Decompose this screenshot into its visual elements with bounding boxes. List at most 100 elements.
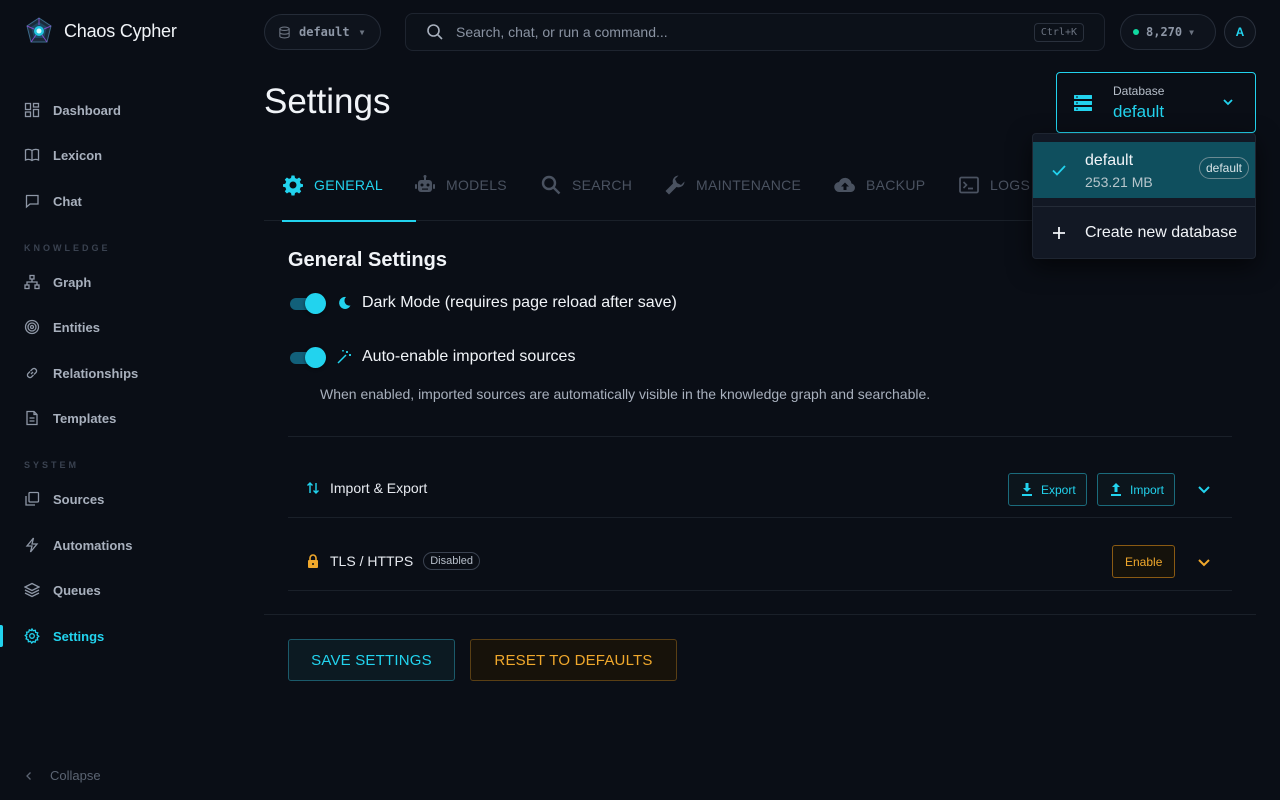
tab-label: SEARCH <box>572 176 633 193</box>
robot-icon <box>415 174 435 192</box>
database-select[interactable]: Database default <box>1056 72 1256 133</box>
sidebar-item-relationships[interactable]: Relationships <box>0 355 240 391</box>
layers-icon <box>24 582 40 598</box>
sidebar-item-queues[interactable]: Queues <box>0 572 240 608</box>
sidebar-item-sources[interactable]: Sources <box>0 481 240 517</box>
credits-pill[interactable]: 8,270 ▼ <box>1120 14 1216 50</box>
sidebar-item-label: Relationships <box>53 365 139 381</box>
chevron-down-icon[interactable] <box>1196 481 1212 497</box>
swap-vertical-icon <box>307 482 319 494</box>
gear-icon <box>24 628 40 644</box>
divider <box>288 590 1232 591</box>
chevron-down-icon[interactable] <box>1196 554 1212 570</box>
sidebar-item-graph[interactable]: Graph <box>0 264 240 300</box>
create-database-button[interactable]: Create new database <box>1033 214 1255 252</box>
lock-icon <box>308 554 318 568</box>
caret-down-icon: ▼ <box>1189 27 1194 37</box>
import-export-label: Import & Export <box>330 480 428 496</box>
search-input[interactable] <box>456 24 1016 40</box>
download-icon <box>1022 483 1032 496</box>
search-icon <box>427 24 443 40</box>
database-menu: default 253.21 MB default Create new dat… <box>1032 133 1256 259</box>
tab-label: BACKUP <box>866 176 926 193</box>
storage-icon <box>1074 94 1092 111</box>
auto-enable-label: Auto-enable imported sources <box>362 348 576 365</box>
command-search[interactable]: Ctrl+K <box>405 13 1105 51</box>
brand[interactable]: Chaos Cypher <box>24 16 177 46</box>
tab-label: MODELS <box>446 176 507 193</box>
sidebar-item-label: Settings <box>53 628 105 644</box>
menu-item-default-database[interactable]: default 253.21 MB default <box>1033 142 1255 198</box>
divider <box>288 436 1232 437</box>
auto-enable-row: Auto-enable imported sources <box>288 346 575 368</box>
collapse-button[interactable]: Collapse <box>24 768 101 783</box>
auto-enable-toggle[interactable] <box>288 346 326 368</box>
sources-icon <box>25 491 40 506</box>
database-pill[interactable]: default ▼ <box>264 14 381 50</box>
search-icon <box>541 175 561 194</box>
plus-icon <box>1053 227 1065 239</box>
tab-search[interactable]: SEARCH <box>540 148 632 221</box>
sidebar-item-label: Chat <box>53 193 82 209</box>
credits-value: 8,270 <box>1146 25 1183 39</box>
tab-logs[interactable]: LOGS <box>958 148 1030 221</box>
menu-divider <box>1033 206 1255 207</box>
logo-icon <box>26 17 52 43</box>
chevron-left-icon <box>26 771 31 780</box>
sidebar-item-settings[interactable]: Settings <box>0 618 240 654</box>
tls-row[interactable]: TLS / HTTPS Disabled <box>288 525 1232 597</box>
tls-label: TLS / HTTPS <box>330 553 414 569</box>
export-button[interactable]: Export <box>1008 473 1087 506</box>
sidebar-item-label: Sources <box>53 491 105 507</box>
shortcut-hint: Ctrl+K <box>1033 23 1084 42</box>
moon-icon <box>339 296 351 309</box>
graph-icon <box>24 274 40 290</box>
default-tag: default <box>1198 157 1249 179</box>
status-badge: Disabled <box>423 552 481 570</box>
divider <box>288 517 1232 518</box>
document-icon <box>26 410 38 426</box>
tab-general[interactable]: GENERAL <box>282 148 417 222</box>
sidebar-item-label: Graph <box>53 274 92 290</box>
sidebar-item-dashboard[interactable]: Dashboard <box>0 92 240 128</box>
chat-icon <box>25 194 39 209</box>
import-export-row[interactable]: Import & Export <box>288 452 1232 524</box>
tab-models[interactable]: MODELS <box>414 148 507 221</box>
enable-label: Enable <box>1125 554 1163 569</box>
tab-label: MAINTENANCE <box>696 176 802 193</box>
magic-wand-icon <box>337 349 351 364</box>
sidebar-item-chat[interactable]: Chat <box>0 183 240 219</box>
sidebar-item-lexicon[interactable]: Lexicon <box>0 137 240 173</box>
database-pill-label: default <box>299 25 350 39</box>
gear-icon <box>283 175 303 195</box>
save-settings-button[interactable]: SAVE SETTINGS <box>288 639 455 681</box>
link-icon <box>26 367 38 379</box>
sidebar-item-templates[interactable]: Templates <box>0 400 240 436</box>
reset-defaults-button[interactable]: RESET TO DEFAULTS <box>470 639 677 681</box>
tab-label: LOGS <box>990 176 1031 193</box>
sidebar-item-entities[interactable]: Entities <box>0 309 240 345</box>
section-title: General Settings <box>288 249 447 271</box>
lightning-icon <box>25 537 39 553</box>
book-icon <box>24 148 40 162</box>
database-icon <box>279 26 290 38</box>
sidebar-item-automations[interactable]: Automations <box>0 527 240 563</box>
target-icon <box>24 319 40 335</box>
upload-icon <box>1111 483 1121 496</box>
sidebar-item-label: Entities <box>53 319 100 335</box>
tab-backup[interactable]: BACKUP <box>834 148 925 221</box>
app-name: Chaos Cypher <box>64 20 177 41</box>
tab-maintenance[interactable]: MAINTENANCE <box>664 148 801 221</box>
sidebar-item-label: Lexicon <box>53 147 103 163</box>
import-button[interactable]: Import <box>1097 473 1176 506</box>
database-size: 253.21 MB <box>1085 174 1153 190</box>
dashboard-icon <box>24 102 40 118</box>
dark-mode-label: Dark Mode (requires page reload after sa… <box>362 294 677 311</box>
enable-tls-button[interactable]: Enable <box>1112 545 1176 578</box>
auto-enable-helper-text: When enabled, imported sources are autom… <box>320 386 931 402</box>
tab-label: GENERAL <box>314 176 384 193</box>
sidebar-item-label: Dashboard <box>53 102 121 118</box>
terminal-icon <box>959 176 979 193</box>
dark-mode-toggle[interactable] <box>288 292 326 314</box>
avatar[interactable]: A <box>1224 16 1256 48</box>
